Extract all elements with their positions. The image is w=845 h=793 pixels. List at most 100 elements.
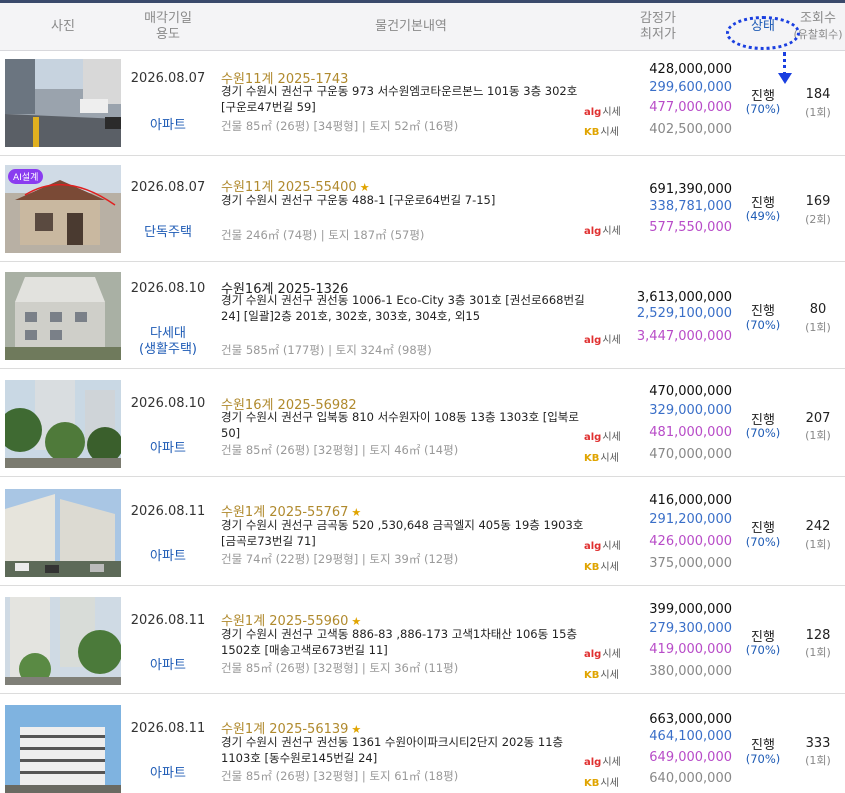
minimum-price: 329,000,000: [649, 403, 732, 418]
kb-logo[interactable]: KB시세: [584, 774, 619, 789]
alg-price: 3,447,000,000: [636, 329, 732, 344]
usage-type: 아파트: [150, 766, 186, 781]
kb-price: 640,000,000: [649, 771, 732, 786]
status-percent: (49%): [745, 209, 781, 223]
header-status[interactable]: 상태: [740, 3, 786, 51]
alg-logo[interactable]: alg시세: [584, 753, 621, 768]
usage-type-sub: (생활주택): [139, 342, 197, 357]
kb-logo[interactable]: KB시세: [584, 666, 619, 681]
fail-count: (1회): [805, 646, 831, 659]
kb-price: 380,000,000: [649, 664, 732, 679]
table-row[interactable]: 2026.08.10 아파트 수원16계 2025-56982 경기 수원시 권…: [0, 369, 845, 477]
header-views[interactable]: 조회수 (유찰회수): [790, 3, 845, 51]
appraisal-price: 3,613,000,000: [636, 290, 732, 305]
view-count: 80: [809, 302, 827, 317]
fail-count: (1회): [805, 538, 831, 551]
property-photo[interactable]: [5, 597, 121, 685]
minimum-price: 299,600,000: [649, 80, 732, 95]
appraisal-price: 663,000,000: [649, 712, 732, 727]
sale-date: 2026.08.11: [130, 721, 206, 736]
alg-logo[interactable]: alg시세: [584, 645, 621, 660]
fail-count: (1회): [805, 429, 831, 442]
fail-count: (1회): [805, 106, 831, 119]
view-count: 333: [805, 736, 831, 751]
alg-price: 426,000,000: [649, 534, 732, 549]
area-info: 건물 85㎡ (26평) [32평형] | 토지 61㎡ (18평): [221, 769, 459, 783]
property-address[interactable]: 경기 수원시 권선구 구운동 488-1 [구운로64번길 7-15]: [221, 192, 586, 208]
header-basic-info: 물건기본내역: [375, 19, 447, 34]
alg-logo[interactable]: alg시세: [584, 537, 621, 552]
table-row[interactable]: 2026.08.10 다세대 (생활주택) 수원16계 2025-1326 경기…: [0, 262, 845, 369]
fail-count: (1회): [805, 754, 831, 767]
view-count: 184: [805, 87, 831, 102]
sale-date: 2026.08.10: [130, 396, 206, 411]
minimum-price: 338,781,000: [649, 199, 732, 214]
kb-logo[interactable]: KB시세: [584, 123, 619, 138]
minimum-price: 2,529,100,000: [636, 306, 732, 321]
header-photo: 사진: [51, 19, 75, 34]
property-address[interactable]: 경기 수원시 권선구 금곡동 520 ,530,648 금곡엘지 405동 19…: [221, 517, 586, 549]
view-count: 169: [805, 194, 831, 209]
property-photo[interactable]: [5, 272, 121, 360]
alg-logo[interactable]: alg시세: [584, 103, 621, 118]
kb-price: 375,000,000: [649, 556, 732, 571]
table-header: 사진 매각기일 용도 물건기본내역 감정가 최저가 상태 조회수 (유찰회수): [0, 3, 845, 51]
appraisal-price: 470,000,000: [649, 384, 732, 399]
area-info: 건물 74㎡ (22평) [29평형] | 토지 39㎡ (12평): [221, 552, 459, 566]
sale-date: 2026.08.11: [130, 613, 206, 628]
usage-type: 아파트: [150, 118, 186, 133]
property-address[interactable]: 경기 수원시 권선구 구운동 973 서수원엠코타운르본느 101동 3층 30…: [221, 83, 586, 115]
minimum-price: 279,300,000: [649, 621, 732, 636]
area-info: 건물 246㎡ (74평) | 토지 187㎡ (57평): [221, 228, 425, 242]
header-date-usage: 매각기일 용도: [144, 11, 192, 42]
area-info: 건물 85㎡ (26평) [34평형] | 토지 52㎡ (16평): [221, 119, 459, 133]
kb-logo[interactable]: KB시세: [584, 558, 619, 573]
status-text: 진행: [751, 521, 775, 536]
appraisal-price: 428,000,000: [649, 62, 732, 77]
alg-logo[interactable]: alg시세: [584, 222, 621, 237]
status-percent: (70%): [745, 752, 781, 766]
property-photo[interactable]: [5, 489, 121, 577]
kb-price: 470,000,000: [649, 447, 732, 462]
property-photo[interactable]: [5, 59, 121, 147]
view-count: 128: [805, 628, 831, 643]
sale-date: 2026.08.11: [130, 504, 206, 519]
view-count: 207: [805, 411, 831, 426]
alg-logo[interactable]: alg시세: [584, 428, 621, 443]
status-text: 진행: [751, 738, 775, 753]
status-percent: (70%): [745, 535, 781, 549]
usage-type: 아파트: [150, 658, 186, 673]
usage-type: 아파트: [150, 549, 186, 564]
alg-price: 481,000,000: [649, 425, 732, 440]
alg-price: 477,000,000: [649, 100, 732, 115]
status-text: 진행: [751, 304, 775, 319]
status-percent: (70%): [745, 102, 781, 116]
table-row[interactable]: 2026.08.11 아파트 수원1계 2025-56139 ★ 경기 수원시 권…: [0, 694, 845, 793]
area-info: 건물 585㎡ (177평) | 토지 324㎡ (98평): [221, 343, 432, 357]
usage-type: 아파트: [150, 441, 186, 456]
usage-type: 단독주택: [144, 225, 192, 240]
property-address[interactable]: 경기 수원시 권선구 고색동 886-83 ,886-173 고색1차태산 10…: [221, 626, 586, 658]
property-address[interactable]: 경기 수원시 권선구 권선동 1006-1 Eco-City 3층 301호 […: [221, 292, 586, 324]
property-address[interactable]: 경기 수원시 권선구 입북동 810 서수원자이 108동 13층 1303호 …: [221, 409, 586, 441]
minimum-price: 464,100,000: [649, 729, 732, 744]
sale-date: 2026.08.07: [130, 180, 206, 195]
alg-logo[interactable]: alg시세: [584, 331, 621, 346]
table-row[interactable]: 2026.08.07 아파트 수원11계 2025-1743 경기 수원시 권선…: [0, 51, 845, 156]
appraisal-price: 691,390,000: [649, 182, 732, 197]
sale-date: 2026.08.07: [130, 71, 206, 86]
property-address[interactable]: 경기 수원시 권선구 권선동 1361 수원아이파크시티2단지 202동 11층…: [221, 734, 586, 766]
appraisal-price: 399,000,000: [649, 602, 732, 617]
status-percent: (70%): [745, 426, 781, 440]
property-photo[interactable]: [5, 380, 121, 468]
kb-logo[interactable]: KB시세: [584, 449, 619, 464]
area-info: 건물 85㎡ (26평) [32평형] | 토지 36㎡ (11평): [221, 661, 459, 675]
alg-price: 419,000,000: [649, 642, 732, 657]
table-row[interactable]: 2026.08.11 아파트 수원1계 2025-55960 ★ 경기 수원시 권…: [0, 586, 845, 694]
property-photo[interactable]: AI설계: [5, 165, 121, 253]
property-photo[interactable]: [5, 705, 121, 793]
fail-count: (1회): [805, 321, 831, 334]
alg-price: 577,550,000: [649, 220, 732, 235]
table-row[interactable]: AI설계 2026.08.07 단독주택 수원11계 2025-55400 ★ 경…: [0, 156, 845, 262]
table-row[interactable]: 2026.08.11 아파트 수원1계 2025-55767 ★ 경기 수원시 권…: [0, 477, 845, 586]
